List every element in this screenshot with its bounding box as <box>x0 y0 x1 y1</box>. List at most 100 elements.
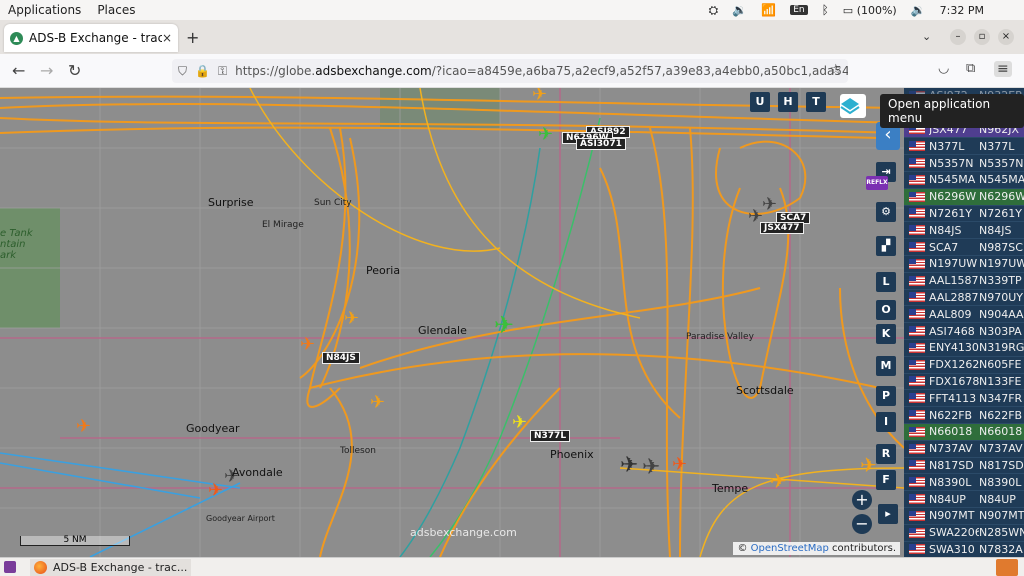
aircraft-list-row[interactable]: FDX1262 N605FE <box>904 357 1024 374</box>
applications-menu[interactable]: Applications <box>0 3 89 17</box>
aircraft-tag-asi3071[interactable]: ASI3071 <box>576 138 626 150</box>
url-host: adsbexchange.com <box>315 64 432 78</box>
registration: N197UW <box>979 257 1024 271</box>
aircraft-tag-jsx477[interactable]: JSX477 <box>760 222 804 234</box>
address-bar[interactable]: ⛉ 🔒 ⚿ https://globe.adsbexchange.com/?ic… <box>172 59 848 83</box>
bookmark-star-icon[interactable]: ☆ <box>829 62 842 78</box>
map-control-r[interactable]: R <box>876 444 896 464</box>
taskbar-window-title: ADS-B Exchange - trac... <box>53 561 188 574</box>
us-flag-icon <box>909 410 925 421</box>
map-control-i[interactable]: I <box>876 412 896 432</box>
tracking-protection-icon[interactable]: ⛉ <box>178 64 187 79</box>
zoom-in-button[interactable]: + <box>852 490 872 510</box>
volume-status-icon[interactable]: 🔉 <box>911 3 926 17</box>
layers-button[interactable] <box>840 94 866 118</box>
new-tab-button[interactable]: + <box>186 28 199 47</box>
aircraft-list-row[interactable]: N5357N N5357N <box>904 155 1024 172</box>
workspace-switcher-icon[interactable] <box>4 561 16 573</box>
accessibility-icon[interactable]: ⛭ <box>709 3 719 18</box>
reload-button[interactable]: ↻ <box>68 61 81 80</box>
volume-icon[interactable]: 🔉 <box>732 3 747 17</box>
application-menu-button[interactable]: ≡ <box>994 61 1012 77</box>
battery-indicator[interactable]: ▭ (100%) <box>843 4 897 17</box>
forward-button[interactable]: → <box>40 61 53 80</box>
list-all-tabs-icon[interactable]: ⌄ <box>922 30 931 43</box>
close-window-button[interactable]: × <box>998 29 1014 45</box>
back-button[interactable]: ← <box>12 61 25 80</box>
registration: N987SC <box>979 240 1023 254</box>
map-control-t[interactable]: T <box>806 92 826 112</box>
places-menu[interactable]: Places <box>89 3 143 17</box>
maximize-window-button[interactable]: ▫ <box>974 29 990 45</box>
place-label-goodyear-airport: Goodyear Airport <box>206 514 275 523</box>
aircraft-list-row[interactable]: N197UW N197UW <box>904 256 1024 273</box>
permissions-icon[interactable]: ⚿ <box>218 64 227 79</box>
map-view[interactable]: ✈ ✈ ✈ ✈ ✈ ✈ ✈ ✈ ✈ ✈ ✈ ✈ ✈ ✈ ✈ ✈ ✈ Surpri… <box>0 88 904 557</box>
map-control-l[interactable]: L <box>876 272 896 292</box>
aircraft-list-row[interactable]: N7261Y N7261Y <box>904 206 1024 223</box>
aircraft-list-row[interactable]: FFT4113 N347FR <box>904 390 1024 408</box>
workspace-indicator[interactable] <box>996 559 1018 576</box>
aircraft-list-row[interactable]: AAL809 N904AA <box>904 306 1024 324</box>
map-control-p[interactable]: P <box>876 386 896 406</box>
chart-icon[interactable]: ▞ <box>876 236 896 256</box>
callsign: N737AV <box>929 442 973 456</box>
feed-badge[interactable]: REFLX <box>866 176 888 190</box>
aircraft-list-row[interactable]: N737AV N737AV <box>904 441 1024 458</box>
map-control-u[interactable]: U <box>750 92 770 112</box>
map-control-m[interactable]: M <box>876 356 896 376</box>
map-control-o[interactable]: O <box>876 300 896 320</box>
registration: N319RG <box>979 341 1024 355</box>
aircraft-list-row[interactable]: N907MT N907MT <box>904 508 1024 525</box>
us-flag-icon <box>909 208 925 219</box>
clock[interactable]: 7:32 PM <box>940 4 984 17</box>
aircraft-list-row[interactable]: N377L N377L <box>904 138 1024 156</box>
callsign: N817SD <box>929 458 974 472</box>
pocket-icon[interactable]: ◡ <box>938 61 949 76</box>
aircraft-list-row[interactable]: N84UP N84UP <box>904 491 1024 508</box>
tab-close-button[interactable]: × <box>162 31 172 45</box>
extensions-icon[interactable]: ⧉ <box>966 61 975 76</box>
zoom-out-button[interactable]: − <box>852 514 872 534</box>
keyboard-layout-indicator[interactable]: En <box>790 5 808 15</box>
us-flag-icon <box>909 191 925 202</box>
aircraft-tag-n84js[interactable]: N84JS <box>322 352 360 364</box>
settings-gear-icon[interactable]: ⚙ <box>876 202 896 222</box>
registration: N377L <box>979 139 1015 153</box>
aircraft-list-row[interactable]: SCA7 N987SC <box>904 239 1024 256</box>
aircraft-list-row[interactable]: SWA310 N7832A <box>904 542 1024 557</box>
aircraft-list-row[interactable]: N66018 N66018 <box>904 423 1024 441</box>
taskbar-window-firefox[interactable]: ADS-B Exchange - trac... <box>30 559 192 576</box>
aircraft-list-row[interactable]: N84JS N84JS <box>904 222 1024 240</box>
map-canvas[interactable]: ✈ ✈ ✈ ✈ ✈ ✈ ✈ ✈ ✈ ✈ ✈ ✈ ✈ ✈ ✈ ✈ ✈ <box>0 88 904 557</box>
map-control-k[interactable]: K <box>876 324 896 344</box>
us-flag-icon <box>909 494 925 505</box>
osm-link[interactable]: OpenStreetMap <box>751 543 829 554</box>
aircraft-list-row[interactable]: AAL2887 N970UY <box>904 290 1024 307</box>
aircraft-list-row[interactable]: SWA2206 N285WN <box>904 525 1024 542</box>
aircraft-list-row[interactable]: N8390L N8390L <box>904 474 1024 492</box>
aircraft-tag-n377l[interactable]: N377L <box>530 430 571 442</box>
bluetooth-icon[interactable]: ᛒ <box>822 3 829 17</box>
aircraft-list-sidebar[interactable]: ASI972N932ERASI467N937JXJSX477N962JXN377… <box>904 88 1024 557</box>
url-text[interactable]: https://globe.adsbexchange.com/?icao=a84… <box>235 64 848 78</box>
aircraft-list-row[interactable]: N6296W N6296W <box>904 188 1024 206</box>
aircraft-list-row[interactable]: N817SD N817SD <box>904 458 1024 475</box>
adsbexchange-watermark: adsbexchange.com <box>410 526 517 539</box>
browser-tab-adsb[interactable]: ▲ ADS-B Exchange - track a × <box>4 24 178 52</box>
map-control-h[interactable]: H <box>778 92 798 112</box>
callsign: FDX1262 <box>929 358 979 372</box>
registration: N285WN <box>979 526 1024 540</box>
aircraft-list-row[interactable]: FDX1678 N133FE <box>904 374 1024 391</box>
lock-icon[interactable]: 🔒 <box>195 64 210 78</box>
registration: N6296W <box>979 190 1024 204</box>
aircraft-list-row[interactable]: ASI7468 N303PA <box>904 323 1024 340</box>
aircraft-list-row[interactable]: N545MA N545MA <box>904 172 1024 189</box>
wifi-icon[interactable]: 📶 <box>761 3 776 17</box>
map-control-f[interactable]: F <box>876 470 896 490</box>
minimize-window-button[interactable]: – <box>950 29 966 45</box>
aircraft-list-row[interactable]: AAL1587 N339TP <box>904 273 1024 290</box>
aircraft-list-row[interactable]: N622FB N622FB <box>904 407 1024 424</box>
aircraft-list-row[interactable]: ENY4130 N319RG <box>904 340 1024 357</box>
replay-icon[interactable]: ▸ <box>878 504 898 524</box>
